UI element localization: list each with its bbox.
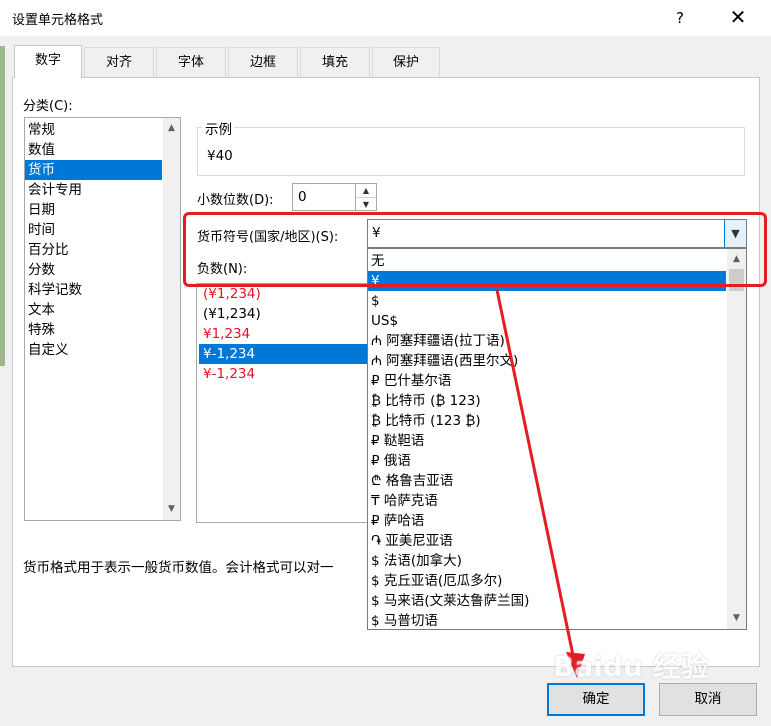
category-item-accounting[interactable]: 会计专用 <box>25 180 162 200</box>
ok-button[interactable]: 确定 <box>547 683 645 716</box>
negative-option-selected[interactable]: ¥-1,234 <box>199 344 369 364</box>
currency-option[interactable]: ₼ 阿塞拜疆语(拉丁语) <box>368 331 726 351</box>
category-item-currency[interactable]: 货币 <box>25 160 162 180</box>
category-item-text[interactable]: 文本 <box>25 300 162 320</box>
help-button[interactable]: ? <box>660 0 700 36</box>
scroll-up-arrow-icon[interactable]: ▲ <box>163 120 180 137</box>
currency-option[interactable]: $ 法语(加拿大) <box>368 551 726 571</box>
tab-number[interactable]: 数字 <box>14 45 82 78</box>
currency-option[interactable]: ₿ 比特币 (123 ₿) <box>368 411 726 431</box>
tab-alignment[interactable]: 对齐 <box>84 47 154 77</box>
currency-option[interactable]: ₽ 俄语 <box>368 451 726 471</box>
currency-option[interactable]: $ 克丘亚语(厄瓜多尔) <box>368 571 726 591</box>
tab-font[interactable]: 字体 <box>156 47 226 77</box>
currency-symbol-combobox[interactable]: ¥ ▼ <box>367 219 747 248</box>
scroll-up-arrow-icon[interactable]: ▲ <box>728 251 745 268</box>
dropdown-scrollbar[interactable]: ▲ ▼ <box>727 249 746 629</box>
spin-down-icon[interactable]: ▼ <box>356 197 376 210</box>
cancel-button[interactable]: 取消 <box>659 683 757 716</box>
negative-option[interactable]: ¥-1,234 <box>199 364 369 384</box>
category-item-special[interactable]: 特殊 <box>25 320 162 340</box>
tab-border[interactable]: 边框 <box>228 47 298 77</box>
sample-value: ¥40 <box>207 148 233 164</box>
negative-option[interactable]: (¥1,234) <box>199 304 369 324</box>
currency-option[interactable]: $ 马普切语 <box>368 611 726 629</box>
decimal-places-stepper[interactable]: ▲ ▼ <box>356 183 377 211</box>
spin-up-icon[interactable]: ▲ <box>356 184 376 197</box>
category-scrollbar[interactable]: ▲ ▼ <box>163 118 180 520</box>
negative-option[interactable]: ¥1,234 <box>199 324 369 344</box>
tab-protection[interactable]: 保护 <box>372 47 440 77</box>
currency-option[interactable]: ₾ 格鲁吉亚语 <box>368 471 726 491</box>
currency-option[interactable]: $ 马来语(文莱达鲁萨兰国) <box>368 591 726 611</box>
sample-legend: 示例 <box>203 118 234 138</box>
category-item-custom[interactable]: 自定义 <box>25 340 162 360</box>
currency-option[interactable]: ₿ 比特币 (₿ 123) <box>368 391 726 411</box>
category-item-number[interactable]: 数值 <box>25 140 162 160</box>
negative-numbers-label: 负数(N): <box>197 262 248 277</box>
tab-fill[interactable]: 填充 <box>300 47 370 77</box>
currency-option[interactable]: ₼ 阿塞拜疆语(西里尔文) <box>368 351 726 371</box>
chevron-down-icon[interactable]: ▼ <box>724 220 746 247</box>
decimal-places-label: 小数位数(D): <box>197 193 274 208</box>
category-item-date[interactable]: 日期 <box>25 200 162 220</box>
sample-groupbox <box>197 127 745 176</box>
currency-option[interactable]: ₽ 巴什基尔语 <box>368 371 726 391</box>
currency-option[interactable]: $ <box>368 291 726 311</box>
title-bar: 设置单元格格式 ? ✕ <box>0 0 771 36</box>
category-item-fraction[interactable]: 分数 <box>25 260 162 280</box>
format-cells-dialog: 设置单元格格式 ? ✕ 数字 对齐 字体 边框 填充 保护 分类(C): 常规 … <box>0 0 771 726</box>
currency-option[interactable]: ₽ 萨哈语 <box>368 511 726 531</box>
category-item-percentage[interactable]: 百分比 <box>25 240 162 260</box>
format-description: 货币格式用于表示一般货币数值。会计格式可以对一 <box>23 560 334 576</box>
scroll-thumb[interactable] <box>729 269 744 291</box>
category-label: 分类(C): <box>23 99 73 114</box>
category-list[interactable]: 常规 数值 货币 会计专用 日期 时间 百分比 分数 科学记数 文本 特殊 自定… <box>24 117 181 521</box>
currency-option[interactable]: 无 <box>368 251 726 271</box>
background-sheet-strip <box>0 46 5 366</box>
currency-symbol-value: ¥ <box>372 225 381 241</box>
dialog-title: 设置单元格格式 <box>12 13 104 28</box>
currency-symbol-dropdown[interactable]: 无 ¥ $ US$ ₼ 阿塞拜疆语(拉丁语) ₼ 阿塞拜疆语(西里尔文) ₽ 巴… <box>367 248 747 630</box>
negative-numbers-list[interactable]: (¥1,234) (¥1,234) ¥1,234 ¥-1,234 ¥-1,234 <box>196 283 369 523</box>
decimal-places-input[interactable]: 0 <box>292 183 356 211</box>
currency-option[interactable]: US$ <box>368 311 726 331</box>
category-item-scientific[interactable]: 科学记数 <box>25 280 162 300</box>
close-icon[interactable]: ✕ <box>715 0 761 36</box>
category-item-time[interactable]: 时间 <box>25 220 162 240</box>
category-item-general[interactable]: 常规 <box>25 120 162 140</box>
currency-symbol-label: 货币符号(国家/地区)(S): <box>197 230 339 245</box>
currency-option[interactable]: ֏ 亚美尼亚语 <box>368 531 726 551</box>
currency-option[interactable]: ₽ 鞑靼语 <box>368 431 726 451</box>
currency-option[interactable]: ₸ 哈萨克语 <box>368 491 726 511</box>
currency-option-highlighted[interactable]: ¥ <box>368 271 726 291</box>
scroll-down-arrow-icon[interactable]: ▼ <box>163 501 180 518</box>
negative-option[interactable]: (¥1,234) <box>199 284 369 304</box>
scroll-down-arrow-icon[interactable]: ▼ <box>728 610 745 627</box>
